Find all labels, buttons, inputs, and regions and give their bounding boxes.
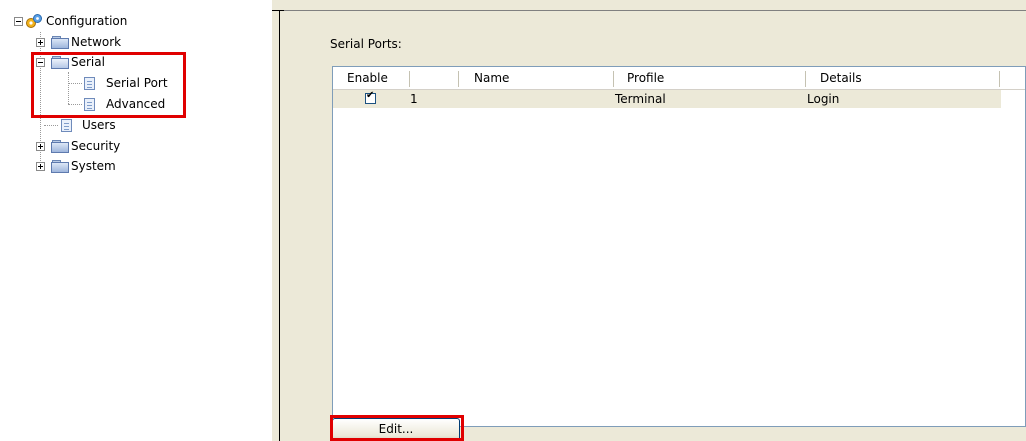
port-number: 1 (410, 92, 418, 106)
list-header: Enable Name Profile Details (333, 67, 1025, 90)
tree-item-label: Serial Port (106, 76, 168, 90)
tree-item-label: Network (71, 35, 122, 49)
column-separator[interactable] (999, 71, 1000, 87)
tree-item-serial[interactable]: Serial (0, 53, 200, 71)
tree-item-security[interactable]: Security (0, 137, 200, 155)
folder-icon (51, 36, 69, 49)
edit-button[interactable]: Edit... (332, 418, 460, 441)
tree-item-network[interactable]: Network (0, 33, 200, 51)
column-separator[interactable] (613, 71, 614, 87)
column-header-enable[interactable]: Enable (347, 67, 388, 89)
tree-item-users[interactable]: Users (0, 116, 200, 134)
open-folder-icon (51, 56, 69, 69)
column-header-profile[interactable]: Profile (627, 67, 664, 89)
column-separator[interactable] (409, 71, 410, 87)
panel-top-border (284, 10, 1026, 11)
tree-item-label: Serial (71, 55, 105, 69)
port-details: Login (807, 92, 840, 106)
tree-item-serial-port[interactable]: Serial Port (0, 74, 200, 92)
table-row[interactable]: 1 Terminal Login (333, 90, 1001, 108)
tree-root-label: Configuration (46, 14, 128, 28)
tree-root-configuration[interactable]: Configuration (0, 12, 200, 30)
folder-icon (51, 140, 69, 153)
folder-icon (51, 160, 69, 173)
enable-checkbox[interactable] (365, 90, 376, 104)
expand-icon[interactable] (36, 162, 45, 171)
configuration-icon (26, 14, 42, 28)
tree-item-label: Security (71, 139, 121, 153)
serial-ports-panel: Serial Ports: Enable Name Profile Detail… (284, 0, 1026, 441)
page-icon (84, 98, 95, 111)
tree-item-label: Users (82, 118, 116, 132)
tree-item-label: System (71, 159, 116, 173)
tree-item-system[interactable]: System (0, 157, 200, 175)
page-icon (61, 119, 72, 132)
pane-splitter[interactable] (272, 0, 284, 441)
section-title: Serial Ports: (330, 37, 402, 51)
port-profile: Terminal (615, 92, 666, 106)
column-header-details[interactable]: Details (820, 67, 862, 89)
tree-item-advanced[interactable]: Advanced (0, 95, 200, 113)
collapse-icon[interactable] (36, 58, 45, 67)
column-header-name[interactable]: Name (474, 67, 509, 89)
configuration-tree: Configuration Network Serial Serial Port… (0, 0, 272, 441)
tree-item-label: Advanced (106, 97, 166, 111)
column-separator[interactable] (458, 71, 459, 87)
expand-icon[interactable] (36, 38, 45, 47)
expand-icon[interactable] (36, 142, 45, 151)
collapse-icon[interactable] (14, 17, 23, 26)
column-separator[interactable] (805, 71, 806, 87)
serial-ports-list[interactable]: Enable Name Profile Details 1 Terminal L… (332, 66, 1026, 427)
page-icon (84, 77, 95, 90)
